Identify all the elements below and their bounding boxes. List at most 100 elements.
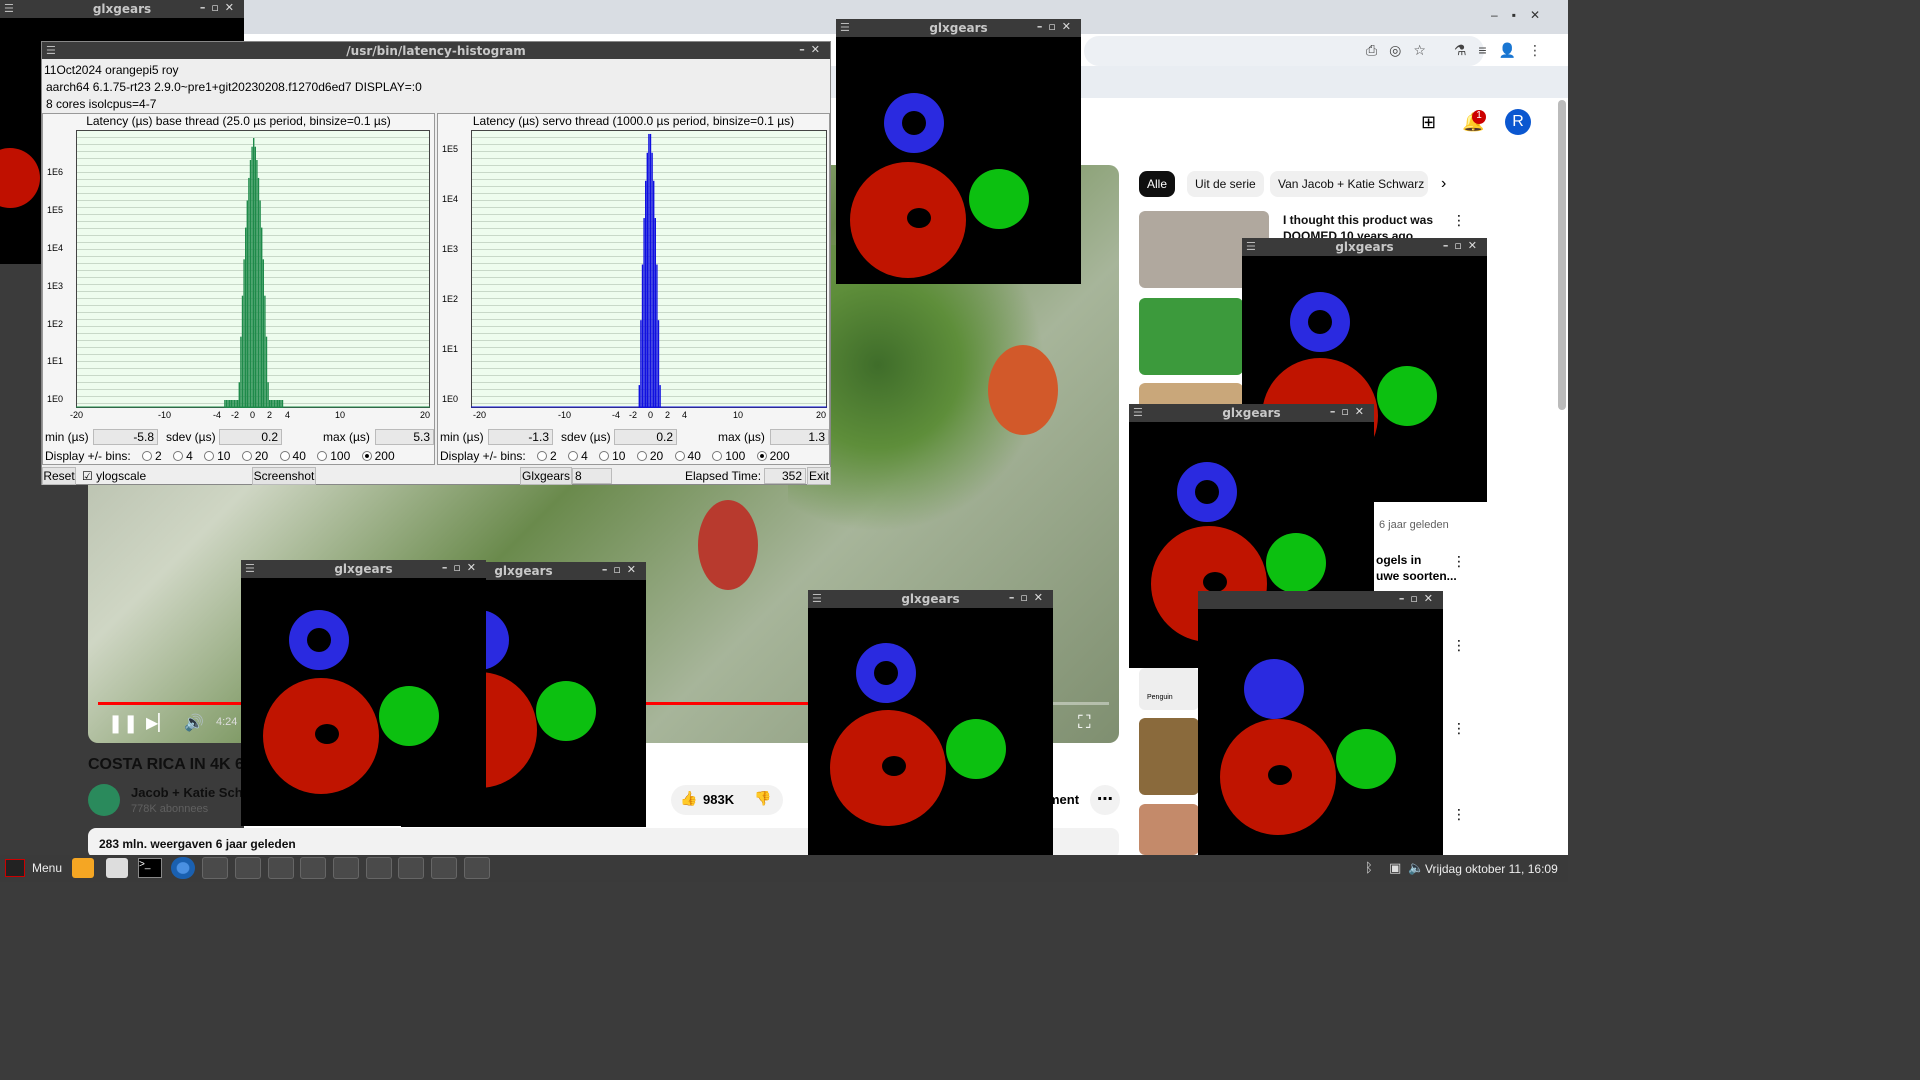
window-controls[interactable]: –▫✕	[1330, 405, 1370, 418]
base-bin-radio-100[interactable]	[317, 451, 328, 461]
text-editor-icon[interactable]	[106, 858, 128, 878]
base-bin-radio-4[interactable]	[173, 451, 184, 461]
glxgears-button[interactable]: Glxgears	[520, 467, 572, 485]
task-glxgears-4[interactable]	[300, 857, 326, 879]
clock[interactable]: Vrijdag oktober 11, 16:09	[1425, 862, 1558, 876]
task-glxgears-7[interactable]	[398, 857, 424, 879]
servo-bin-label-40: 40	[687, 449, 701, 463]
task-glxgears-1[interactable]	[202, 857, 228, 879]
channel-name[interactable]: Jacob + Katie Schw	[131, 785, 253, 800]
window-controls[interactable]: –▪✕	[1491, 8, 1554, 22]
servo-bin-radio-10[interactable]	[599, 451, 610, 461]
task-glxgears-9[interactable]	[464, 857, 490, 879]
more-actions-button[interactable]: ⋯	[1090, 785, 1120, 815]
rec-partial-title-2[interactable]: uwe soorten...	[1376, 569, 1457, 583]
rec-more-icon-4[interactable]: ⋮	[1452, 720, 1466, 737]
base-bin-radio-200[interactable]	[361, 451, 372, 461]
subscriber-count: 778K abonnees	[131, 803, 209, 815]
base-xlabel-7: 10	[335, 410, 346, 420]
ylogscale-checkbox[interactable]: ☑ ylogscale	[82, 469, 146, 483]
exit-button[interactable]: Exit	[807, 467, 831, 485]
glxgears-window-2[interactable]: ☰ glxgears –▫✕	[836, 19, 1081, 284]
volume-tray-icon[interactable]: 🔈	[1408, 860, 1424, 876]
create-icon[interactable]: ⊞	[1421, 112, 1436, 133]
window-controls[interactable]: –✕	[799, 43, 826, 56]
titlebar[interactable]: ☰glxgears–▫✕	[1242, 238, 1487, 256]
titlebar[interactable]: –▫✕	[1198, 591, 1443, 609]
window-controls[interactable]: –▫✕	[200, 1, 240, 14]
menu-button[interactable]: Menu	[32, 861, 62, 875]
rec-thumb-penguin[interactable]	[1139, 668, 1199, 710]
base-ylabel-4: 1E4	[47, 243, 64, 253]
chip-series[interactable]: Uit de serie	[1187, 171, 1264, 197]
rec-more-icon-3[interactable]: ⋮	[1452, 637, 1466, 654]
task-glxgears-8[interactable]	[431, 857, 457, 879]
servo-sdev-value: 0.2	[614, 429, 677, 445]
servo-bin-radio-2[interactable]	[537, 451, 548, 461]
window-controls[interactable]: –▫✕	[602, 563, 642, 576]
glxgears-window-5[interactable]: –▫✕	[1198, 591, 1443, 855]
thumb-down-icon[interactable]: 👎	[754, 790, 771, 807]
window-controls[interactable]: –▫✕	[1399, 592, 1439, 605]
base-xlabel-3: -2	[231, 410, 240, 420]
titlebar[interactable]: ☰glxgears–▫✕	[0, 0, 244, 18]
servo-bin-radio-200[interactable]	[756, 451, 767, 461]
terminal-icon[interactable]: >_	[138, 858, 162, 878]
servo-xlabel-8: 20	[816, 410, 827, 420]
titlebar[interactable]: ☰/usr/bin/latency-histogram –✕	[42, 42, 830, 59]
base-bin-radio-40[interactable]	[279, 451, 290, 461]
servo-bin-radio-40[interactable]	[674, 451, 685, 461]
window-controls[interactable]: –▫✕	[442, 561, 482, 574]
servo-bin-radio-4[interactable]	[568, 451, 579, 461]
chevron-right-icon[interactable]: ›	[1441, 175, 1446, 193]
rec-thumb-2[interactable]	[1139, 298, 1243, 375]
volume-icon[interactable]: 🔊	[184, 713, 204, 733]
task-glxgears-5[interactable]	[333, 857, 359, 879]
fullscreen-icon[interactable]: ⛶	[1078, 712, 1091, 733]
pause-icon[interactable]: ❚❚	[108, 713, 138, 734]
titlebar[interactable]: ☰glxgears–▫✕	[241, 560, 486, 578]
servo-bin-radio-100[interactable]	[712, 451, 723, 461]
files-icon[interactable]	[72, 858, 94, 878]
titlebar[interactable]: ☰glxgears–▫✕	[808, 590, 1053, 608]
glxgears-count[interactable]: 8	[572, 468, 612, 484]
scrollbar[interactable]	[1558, 100, 1566, 410]
channel-avatar[interactable]	[88, 784, 120, 816]
chromium-icon[interactable]	[171, 857, 195, 879]
window-controls[interactable]: –▫✕	[1037, 20, 1077, 33]
base-bin-radio-20[interactable]	[241, 451, 252, 461]
reset-button[interactable]: Reset	[42, 467, 76, 485]
rec-thumb-firefighters[interactable]	[1139, 718, 1199, 795]
window-controls[interactable]: –▫✕	[1009, 591, 1049, 604]
browser-toolbar-icons[interactable]: ⎙◎☆ ⚗≡👤⋮	[1366, 42, 1554, 59]
task-glxgears-2[interactable]	[235, 857, 261, 879]
task-glxgears-3[interactable]	[268, 857, 294, 879]
rec-more-icon-5[interactable]: ⋮	[1452, 806, 1466, 823]
titlebar[interactable]: ☰glxgears–▫✕	[1129, 404, 1374, 422]
rec-more-icon[interactable]: ⋮	[1452, 212, 1466, 229]
glxgears-window-7[interactable]: ☰ glxgears –▫✕	[241, 560, 486, 826]
chip-channel[interactable]: Van Jacob + Katie Schwarz	[1270, 171, 1428, 197]
avatar[interactable]: R	[1505, 109, 1531, 135]
latency-histogram-window[interactable]: ☰/usr/bin/latency-histogram –✕ 11Oct2024 …	[41, 41, 831, 485]
glxgears-window-8[interactable]: ☰ glxgears –▫✕	[808, 590, 1053, 855]
bluetooth-icon[interactable]: ᛒ	[1365, 860, 1373, 875]
histogram-bar	[248, 177, 250, 408]
servo-bin-radio-20[interactable]	[636, 451, 647, 461]
titlebar[interactable]: ☰glxgears–▫✕	[836, 19, 1081, 37]
chip-all[interactable]: Alle	[1139, 171, 1176, 197]
histogram-bar	[646, 152, 648, 408]
rec-partial-title[interactable]: ogels in	[1376, 553, 1421, 567]
base-bin-radio-10[interactable]	[204, 451, 215, 461]
gears-render	[850, 93, 1029, 278]
menu-logo-icon[interactable]	[5, 859, 25, 877]
next-icon[interactable]: ▶▏	[146, 713, 171, 733]
screenshot-button[interactable]: Screenshot	[252, 467, 316, 485]
rec-thumb-person[interactable]	[1139, 804, 1199, 855]
window-controls[interactable]: –▫✕	[1443, 239, 1483, 252]
task-glxgears-6[interactable]	[366, 857, 392, 879]
notes-icon[interactable]: ▣	[1389, 860, 1401, 876]
base-bin-radio-2[interactable]	[142, 451, 153, 461]
rec-more-icon-2[interactable]: ⋮	[1452, 553, 1466, 570]
notification-badge: 1	[1472, 110, 1486, 124]
